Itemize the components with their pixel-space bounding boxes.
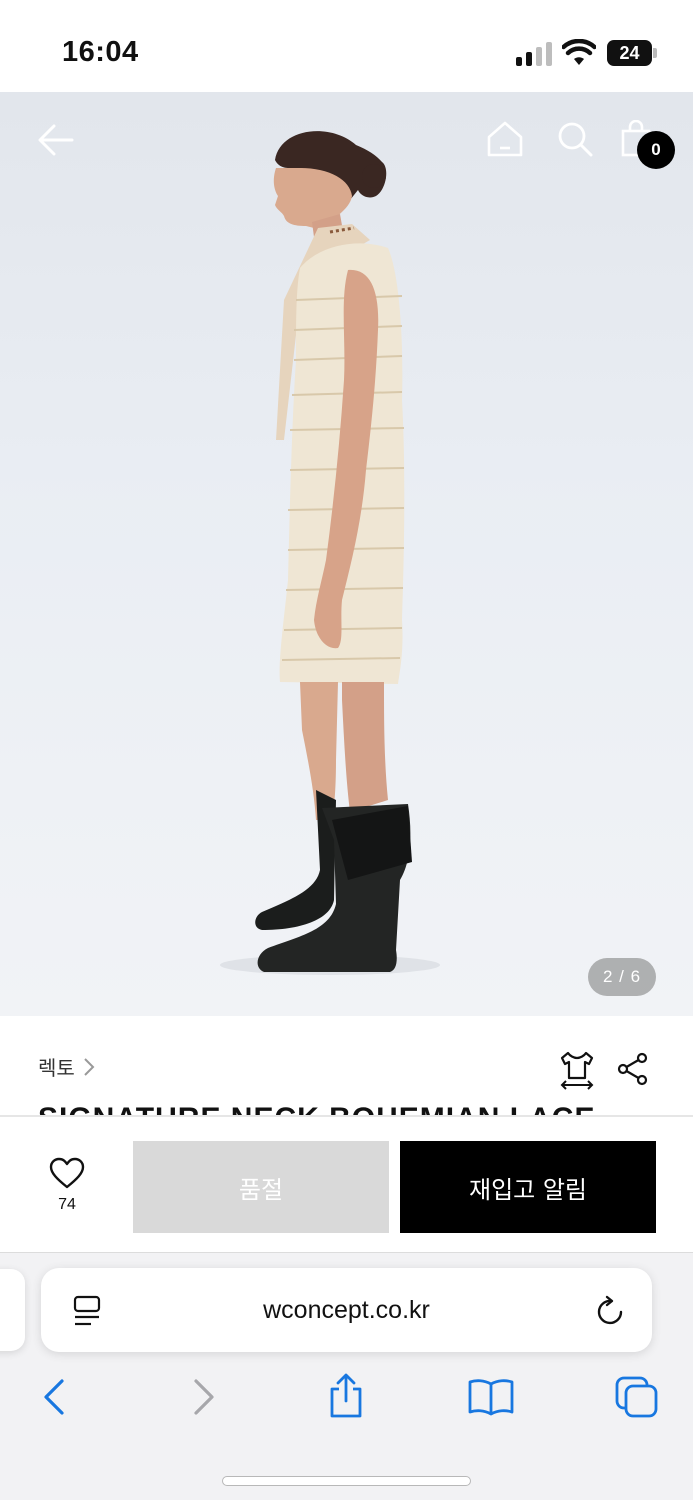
size-guide-icon[interactable] <box>558 1050 596 1090</box>
home-indicator <box>222 1476 471 1486</box>
image-page-indicator: 2 / 6 <box>588 958 656 996</box>
wifi-icon <box>562 39 596 65</box>
home-icon[interactable] <box>486 120 524 158</box>
cart-count-badge: 0 <box>637 131 675 169</box>
cellular-signal-icon <box>516 42 552 66</box>
battery-level: 24 <box>619 43 640 63</box>
browser-back-icon[interactable] <box>40 1379 68 1415</box>
battery-icon: 24 <box>607 40 657 66</box>
share-icon[interactable] <box>616 1052 650 1086</box>
brand-name: 렉토 <box>38 1058 75 1080</box>
product-photo-model <box>220 131 440 975</box>
product-title: SIGNATURE NECK BOHEMIAN LACE <box>38 1102 595 1116</box>
restock-alert-button[interactable]: 재입고 알림 <box>400 1141 656 1233</box>
previous-tab-edge[interactable] <box>0 1269 25 1351</box>
brand-link[interactable]: 렉토 <box>38 1052 95 1081</box>
address-bar[interactable]: wconcept.co.kr <box>41 1268 652 1352</box>
url-text: wconcept.co.kr <box>263 1296 430 1324</box>
browser-chrome: wconcept.co.kr <box>0 1252 693 1500</box>
reload-icon[interactable] <box>595 1294 627 1328</box>
product-info: 렉토 SIGNATURE NECK BOHEMIAN LACE <box>0 1016 693 1116</box>
status-time: 16:04 <box>62 36 139 68</box>
page-menu-icon[interactable] <box>71 1294 103 1328</box>
like-count: 74 <box>58 1196 76 1213</box>
chevron-right-icon <box>84 1057 95 1076</box>
share-sheet-icon[interactable] <box>326 1373 366 1419</box>
status-bar: 16:04 24 <box>0 0 693 92</box>
tabs-icon[interactable] <box>614 1375 660 1419</box>
like-button[interactable]: 74 <box>40 1157 94 1227</box>
heart-icon <box>49 1157 85 1189</box>
purchase-action-bar: 74 품절 재입고 알림 <box>0 1117 693 1252</box>
soldout-button: 품절 <box>133 1141 389 1233</box>
search-icon[interactable] <box>556 120 594 158</box>
product-image-gallery[interactable] <box>0 92 693 1016</box>
bookmarks-icon[interactable] <box>466 1377 516 1417</box>
browser-forward-icon <box>194 1379 214 1415</box>
back-arrow-icon[interactable] <box>36 122 76 158</box>
